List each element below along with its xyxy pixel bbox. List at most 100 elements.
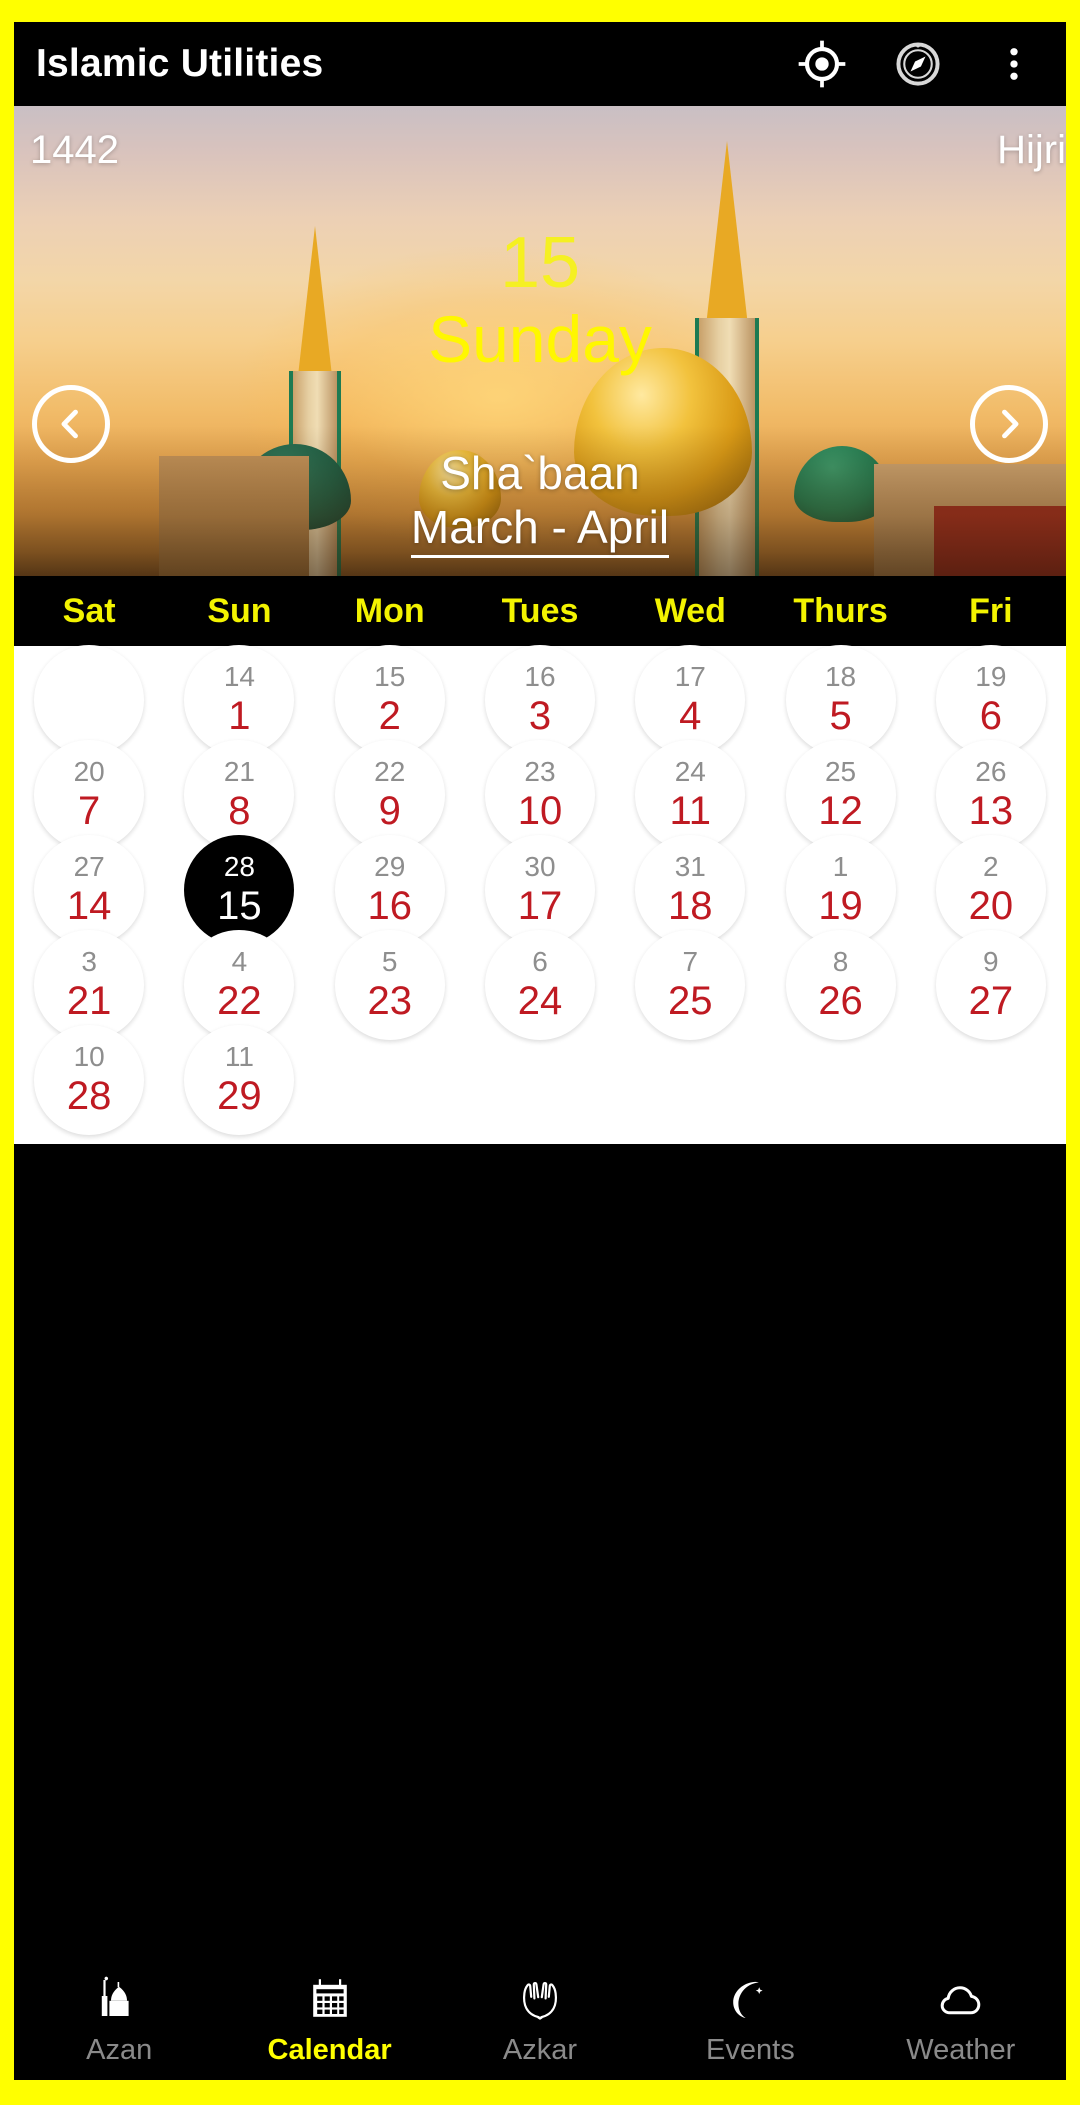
gregorian-day-number: 8 [832,945,849,977]
gregorian-day-number: 17 [674,660,706,692]
hijri-day-number: 10 [517,788,563,833]
gregorian-day-number: 16 [524,660,556,692]
gregorian-day-number: 14 [223,660,255,692]
hijri-day-number: 27 [968,978,1014,1023]
app-bar: Islamic Utilities [14,22,1066,106]
hero-gregorian-range[interactable]: March - April [410,499,670,558]
compass-icon[interactable] [892,38,944,90]
gregorian-day-number: 30 [524,850,556,882]
hijri-day-number: 29 [217,1073,262,1118]
weekday-label-tues: Tues [501,591,579,630]
hijri-day-number: 24 [517,978,563,1023]
gregorian-day-number: 5 [381,945,398,977]
calendar-grid: 14 1 15 2 16 3 17 4 18 5 19 6 20 7 21 8 22 9 23 10 24 11 25 12 2… [14,644,1066,1135]
gregorian-day-number: 15 [374,660,406,692]
calendar-cell[interactable]: 22 9 [334,739,445,850]
gregorian-day-number: 24 [674,755,706,787]
hijri-day-number: 16 [367,883,412,928]
gregorian-day-number: 3 [81,945,97,977]
calendar-cell[interactable]: 17 4 [635,644,746,755]
weekday-label-sat: Sat [62,591,116,630]
nav-item-azan[interactable]: Azan [14,1950,224,2080]
hijri-day-number: 3 [528,693,552,738]
calendar-cell[interactable]: 20 7 [34,739,145,850]
calendar-cell[interactable]: 4 22 [184,929,295,1040]
gregorian-day-number: 26 [975,755,1007,787]
next-month-button[interactable] [970,385,1048,463]
calendar-cell[interactable]: 24 11 [635,739,746,850]
gregorian-day-number: 6 [532,945,548,977]
calendar-cell[interactable]: 11 29 [184,1024,295,1135]
hijri-day-number: 23 [367,978,412,1023]
mosque-icon [95,1972,143,2024]
gregorian-day-number: 20 [73,755,105,787]
nav-item-calendar[interactable]: Calendar [224,1950,434,2080]
hijri-day-number: 8 [228,788,251,833]
hero-hijri-month: Sha`baan [440,447,640,499]
calendar-cell[interactable]: 25 12 [785,739,896,850]
hijri-day-number: 12 [818,788,863,833]
calendar-cell[interactable]: 26 13 [935,739,1046,850]
nav-item-azkar[interactable]: Azkar [435,1950,645,2080]
calendar-panel: 14 1 15 2 16 3 17 4 18 5 19 6 20 7 21 8 22 9 23 10 24 11 25 12 2… [14,644,1066,1144]
nav-item-events[interactable]: Events [645,1950,855,2080]
hijri-day-number: 28 [66,1073,112,1118]
calendar-cell[interactable]: 6 24 [484,929,595,1040]
hijri-day-number: 25 [668,978,713,1023]
calendar-cell[interactable]: 8 26 [785,929,896,1040]
hijri-day-number: 4 [679,693,702,738]
hijri-day-number: 22 [217,978,262,1023]
hijri-day-number: 18 [668,883,713,928]
location-crosshair-icon[interactable] [796,38,848,90]
calendar-cell[interactable]: 19 6 [935,644,1046,755]
calendar-cell[interactable]: 9 27 [935,929,1046,1040]
gregorian-day-number: 1 [832,850,849,882]
calendar-cell[interactable]: 16 3 [484,644,595,755]
calendar-cell[interactable]: 18 5 [785,644,896,755]
calendar-cell[interactable]: 21 8 [184,739,295,850]
empty-content-area [14,1144,1066,1950]
nav-label-weather: Weather [906,2033,1016,2066]
calendar-cell[interactable]: 29 16 [334,834,445,945]
gregorian-day-number: 31 [674,850,706,882]
hijri-day-number: 5 [829,693,852,738]
nav-label-events: Events [706,2033,795,2066]
weekday-label-wed: Wed [654,591,726,630]
calendar-cell-selected[interactable]: 28 15 [184,834,295,945]
calendar-cell[interactable]: 7 25 [635,929,746,1040]
hijri-day-number: 15 [217,883,262,928]
previous-month-button[interactable] [32,385,110,463]
nav-item-weather[interactable]: Weather [856,1950,1066,2080]
weekday-label-mon: Mon [354,591,425,630]
gregorian-day-number: 22 [374,755,406,787]
calendar-cell[interactable]: 10 28 [34,1024,145,1135]
gregorian-day-number: 11 [224,1040,254,1072]
hijri-day-number: 13 [968,788,1014,833]
nav-label-azkar: Azkar [502,2033,578,2066]
calendar-cell[interactable]: 30 17 [484,834,595,945]
hijri-day-number: 20 [968,883,1014,928]
gregorian-day-number: 2 [983,850,999,882]
gregorian-day-number: 7 [682,945,699,977]
calendar-cell[interactable]: 3 21 [34,929,145,1040]
hijri-day-number: 21 [66,978,112,1023]
calendar-cell[interactable]: 5 23 [334,929,445,1040]
calendar-cell[interactable]: 14 1 [184,644,295,755]
calendar-cell[interactable]: 27 14 [34,834,145,945]
hijri-day-number: 7 [78,788,101,833]
calendar-cell[interactable]: 2 20 [935,834,1046,945]
bottom-navigation-bar: Azan Calendar Azkar Events Weather [14,1950,1066,2080]
chevron-left-icon [61,409,78,439]
overflow-menu-icon[interactable] [988,38,1040,90]
gregorian-day-number: 9 [983,945,999,977]
calendar-cell[interactable]: 23 10 [484,739,595,850]
calendar-cell[interactable]: 15 2 [334,644,445,755]
gregorian-day-number: 21 [223,755,255,787]
nav-label-azan: Azan [86,2033,153,2066]
hijri-day-number: 26 [818,978,863,1023]
calendar-cell[interactable]: 1 19 [785,834,896,945]
hijri-day-number: 6 [979,693,1002,738]
hijri-day-number: 11 [669,788,712,833]
hijri-day-number: 1 [228,693,251,738]
calendar-cell[interactable]: 31 18 [635,834,746,945]
